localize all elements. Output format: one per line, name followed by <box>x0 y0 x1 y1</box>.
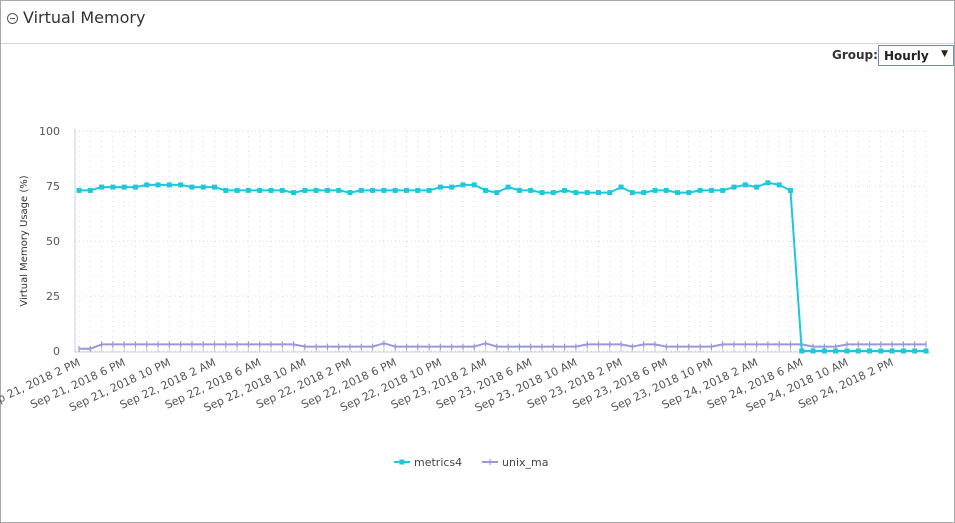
data-point <box>754 184 760 190</box>
data-point <box>595 190 601 196</box>
y-axis-title: Virtual Memory Usage (%) <box>19 175 30 306</box>
data-point <box>731 184 737 190</box>
data-point <box>889 348 895 354</box>
data-point <box>415 187 421 193</box>
data-point <box>302 187 308 193</box>
data-point <box>810 348 816 354</box>
data-point <box>765 180 771 186</box>
data-point <box>223 187 229 193</box>
legend-label: unix_ma <box>502 456 548 469</box>
data-point <box>844 348 850 354</box>
data-point <box>178 182 184 188</box>
legend-marker <box>399 459 405 465</box>
data-point <box>155 182 161 188</box>
data-point <box>189 184 195 190</box>
data-point <box>291 190 297 196</box>
data-point <box>528 187 534 193</box>
y-tick-label: 50 <box>46 235 60 248</box>
data-point <box>912 348 918 354</box>
y-tick-label: 0 <box>53 345 60 358</box>
series-unix_ma <box>78 340 927 352</box>
data-point <box>720 187 726 193</box>
y-tick-label: 75 <box>46 180 60 193</box>
data-point <box>245 187 251 193</box>
data-point <box>539 190 545 196</box>
data-point <box>618 184 624 190</box>
data-point <box>641 190 647 196</box>
data-point <box>494 190 500 196</box>
data-point <box>347 190 353 196</box>
data-point <box>471 182 477 188</box>
legend-label: metrics4 <box>414 456 462 469</box>
data-point <box>799 348 805 354</box>
data-point <box>336 187 342 193</box>
data-point <box>381 187 387 193</box>
data-point <box>460 182 466 188</box>
y-tick-label: 100 <box>39 125 60 138</box>
data-point <box>867 348 873 354</box>
data-point <box>132 184 138 190</box>
data-point <box>878 348 884 354</box>
data-point <box>550 190 556 196</box>
data-point <box>76 187 82 193</box>
data-point <box>584 190 590 196</box>
data-point <box>923 348 929 354</box>
data-point <box>697 187 703 193</box>
data-point <box>483 187 489 193</box>
data-point <box>234 187 240 193</box>
data-point <box>257 187 263 193</box>
virtual-memory-chart: 0255075100Sep 21, 2018 2 PMSep 21, 2018 … <box>0 125 930 469</box>
data-point <box>776 182 782 188</box>
data-point <box>607 190 613 196</box>
data-point <box>833 348 839 354</box>
data-point <box>686 190 692 196</box>
data-point <box>404 187 410 193</box>
data-point <box>87 187 93 193</box>
data-point <box>279 187 285 193</box>
data-point <box>652 187 658 193</box>
data-point <box>370 187 376 193</box>
legend-item-unix_ma[interactable]: unix_ma <box>482 456 548 469</box>
data-point <box>855 348 861 354</box>
data-point <box>358 187 364 193</box>
data-point <box>392 187 398 193</box>
data-point <box>449 184 455 190</box>
data-point <box>144 182 150 188</box>
data-point <box>516 187 522 193</box>
data-point <box>110 184 116 190</box>
data-point <box>313 187 319 193</box>
series-group <box>76 180 929 354</box>
data-point <box>121 184 127 190</box>
series-line-unix_ma <box>79 342 926 350</box>
data-point <box>629 190 635 196</box>
axes: 0255075100Sep 21, 2018 2 PMSep 21, 2018 … <box>0 125 930 415</box>
data-point <box>268 187 274 193</box>
data-point <box>437 184 443 190</box>
data-point <box>708 187 714 193</box>
data-point <box>821 348 827 354</box>
data-point <box>99 184 105 190</box>
data-point <box>900 348 906 354</box>
data-point <box>200 184 206 190</box>
data-point <box>166 182 172 188</box>
legend-item-metrics4[interactable]: metrics4 <box>394 456 462 469</box>
data-point <box>787 187 793 193</box>
data-point <box>426 187 432 193</box>
data-point <box>663 187 669 193</box>
data-point <box>212 184 218 190</box>
data-point <box>505 184 511 190</box>
data-point <box>675 190 681 196</box>
legend: metrics4 unix_ma <box>394 456 548 469</box>
series-metrics4 <box>76 180 929 354</box>
data-point <box>573 190 579 196</box>
grid <box>75 130 927 352</box>
series-line-metrics4 <box>79 181 926 352</box>
y-tick-label: 25 <box>46 290 60 303</box>
data-point <box>742 182 748 188</box>
data-point <box>324 187 330 193</box>
data-point <box>562 187 568 193</box>
